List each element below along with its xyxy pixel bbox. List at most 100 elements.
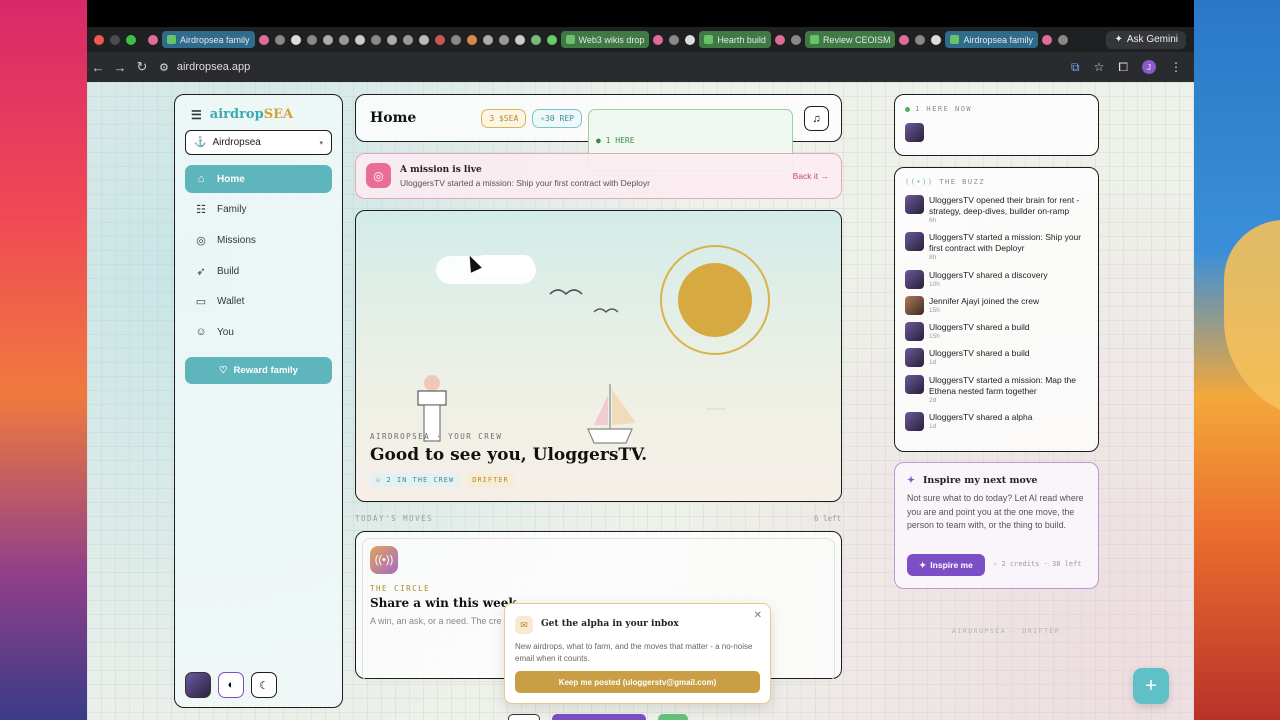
list-item[interactable]: UloggersTV started a mission: Map the Et…: [905, 374, 1093, 405]
menu-kebab-icon[interactable]: ⋮: [1170, 60, 1182, 74]
obscured-button[interactable]: [508, 714, 540, 720]
tab-favicon-icon[interactable]: [546, 34, 557, 45]
sidebar: ☰ airdropSEA ⚓ Airdropsea ▾ ⌂ Home ☷ Family…: [174, 94, 343, 708]
tab-favicon-icon[interactable]: [899, 34, 910, 45]
tab-favicon-icon[interactable]: [450, 34, 461, 45]
back-it-link[interactable]: Back it →: [793, 171, 829, 181]
sidebar-item-home[interactable]: ⌂ Home: [185, 165, 332, 193]
notifications-button[interactable]: ♫: [804, 106, 829, 131]
forward-icon[interactable]: →: [109, 60, 131, 75]
tab-favicon-icon[interactable]: [338, 34, 349, 45]
avatar: [905, 269, 924, 289]
tab-favicon-icon[interactable]: [370, 34, 381, 45]
browser-tab[interactable]: Hearth build: [699, 31, 771, 48]
list-item[interactable]: UloggersTV shared a build 1d: [905, 348, 1093, 368]
browser-tab[interactable]: Web3 wikis drop: [560, 31, 650, 48]
browser-tab[interactable]: Airdropsea family: [945, 31, 1038, 48]
browser-tab[interactable]: Review CEOISM: [804, 31, 896, 48]
list-item[interactable]: UloggersTV opened their brain for rent -…: [905, 195, 1093, 225]
back-icon[interactable]: ←: [87, 60, 109, 75]
mission-banner[interactable]: ◎ A mission is live UloggersTV started a…: [355, 153, 842, 199]
obscured-primary-button[interactable]: [552, 714, 646, 720]
tab-favicon-icon[interactable]: [915, 34, 926, 45]
extensions-icon[interactable]: ⧠: [1118, 60, 1128, 75]
bookmark-star-icon[interactable]: ☆: [1094, 60, 1105, 74]
tab-favicon-icon[interactable]: [290, 34, 301, 45]
list-item[interactable]: Jennifer Ajayi joined the crew 15h: [905, 295, 1093, 315]
site-settings-icon[interactable]: ⚙: [159, 61, 169, 74]
tab-favicon-icon[interactable]: [669, 34, 680, 45]
list-item[interactable]: UloggersTV shared a discovery 10h: [905, 269, 1093, 289]
tab-favicon-icon[interactable]: [258, 34, 269, 45]
broadcast-icon: ((•)): [370, 546, 398, 574]
tab-favicon-icon[interactable]: [514, 34, 525, 45]
close-window-button[interactable]: [94, 34, 104, 45]
tab-favicon-icon[interactable]: [931, 34, 942, 45]
rep-badge[interactable]: ✧ 30 REP: [532, 109, 582, 128]
sidebar-item-family[interactable]: ☷ Family: [185, 196, 332, 224]
profile-avatar[interactable]: J: [1142, 60, 1156, 74]
tab-check-icon: [565, 35, 575, 44]
close-icon[interactable]: ✕: [754, 610, 762, 621]
feed-time: 1d: [929, 423, 937, 431]
tab-favicon-icon[interactable]: [790, 34, 801, 45]
feed-text: UloggersTV started a mission: Ship your …: [929, 232, 1082, 254]
reload-icon[interactable]: ↻: [131, 59, 153, 75]
list-item[interactable]: UloggersTV started a mission: Ship your …: [905, 232, 1093, 262]
tab-favicon-icon[interactable]: [482, 34, 493, 45]
inspire-me-button[interactable]: ✦ Inspire me: [907, 554, 985, 576]
user-avatar-button[interactable]: [185, 672, 211, 698]
user-icon: ☺: [195, 326, 207, 339]
list-item[interactable]: UloggersTV shared a alpha 1d: [905, 412, 1093, 432]
add-fab-button[interactable]: +: [1133, 668, 1169, 704]
browser-tab[interactable]: Airdropsea family: [162, 31, 255, 48]
avatar[interactable]: [905, 123, 924, 142]
popup-body: New airdrops, what to farm, and the move…: [515, 642, 753, 663]
tab-favicon-icon[interactable]: [530, 34, 541, 45]
tab-check-icon: [167, 35, 176, 44]
target-icon: ◎: [366, 163, 391, 188]
workspace-select[interactable]: ⚓ Airdropsea ▾: [185, 130, 332, 155]
tab-favicon-icon[interactable]: [774, 34, 785, 45]
crew-count-tag[interactable]: ⚇ 2 IN THE CREW: [370, 473, 461, 487]
hamburger-icon[interactable]: ☰: [191, 108, 202, 122]
tab-favicon-icon[interactable]: [148, 34, 158, 45]
tab-favicon-icon[interactable]: [498, 34, 509, 45]
obscured-green-button[interactable]: [658, 714, 688, 720]
feed-text: UloggersTV shared a build: [929, 348, 1030, 359]
tab-favicon-icon[interactable]: [653, 34, 664, 45]
zoom-window-button[interactable]: [126, 34, 136, 45]
sidebar-item-label: You: [217, 326, 234, 338]
tab-favicon-icon[interactable]: [306, 34, 317, 45]
tab-favicon-icon[interactable]: [434, 34, 445, 45]
tab-favicon-icon[interactable]: [274, 34, 285, 45]
sidebar-item-missions[interactable]: ◎ Missions: [185, 226, 332, 254]
ask-gemini-button[interactable]: ✦ Ask Gemini: [1106, 30, 1186, 49]
list-item[interactable]: UloggersTV shared a build 15h: [905, 322, 1093, 342]
tab-favicon-icon[interactable]: [685, 34, 696, 45]
tab-favicon-icon[interactable]: [418, 34, 429, 45]
sidebar-item-build[interactable]: ➶ Build: [185, 257, 332, 285]
sidebar-item-wallet[interactable]: ▭ Wallet: [185, 288, 332, 316]
buzz-feed: UloggersTV opened their brain for rent -…: [905, 195, 1093, 438]
rep-label: 30 REP: [545, 114, 574, 123]
keep-me-posted-button[interactable]: Keep me posted (uloggerstv@gmail.com): [515, 671, 760, 693]
tab-label: Airdropsea family: [963, 34, 1033, 45]
tab-favicon-icon[interactable]: [1057, 34, 1068, 45]
tab-favicon-icon[interactable]: [386, 34, 397, 45]
tab-favicon-icon[interactable]: [1041, 34, 1052, 45]
palette-button[interactable]: ◐: [218, 672, 244, 698]
url-field[interactable]: airdropsea.app: [177, 61, 250, 73]
tab-favicon-icon[interactable]: [354, 34, 365, 45]
sea-balance-badge[interactable]: 3 $SEA: [481, 109, 527, 128]
tab-favicon-icon[interactable]: [402, 34, 413, 45]
credits-label: ✧ 2 credits · 38 left: [993, 560, 1082, 568]
tab-favicon-icon[interactable]: [466, 34, 477, 45]
rocket-icon: ➶: [196, 265, 206, 278]
dark-mode-toggle[interactable]: ☾: [251, 672, 277, 698]
reward-family-button[interactable]: ♡ Reward family: [185, 357, 332, 384]
minimize-window-button[interactable]: [110, 34, 120, 45]
cast-icon[interactable]: ⧉: [1071, 60, 1080, 75]
tab-favicon-icon[interactable]: [322, 34, 333, 45]
sidebar-item-you[interactable]: ☺ You: [185, 318, 332, 346]
